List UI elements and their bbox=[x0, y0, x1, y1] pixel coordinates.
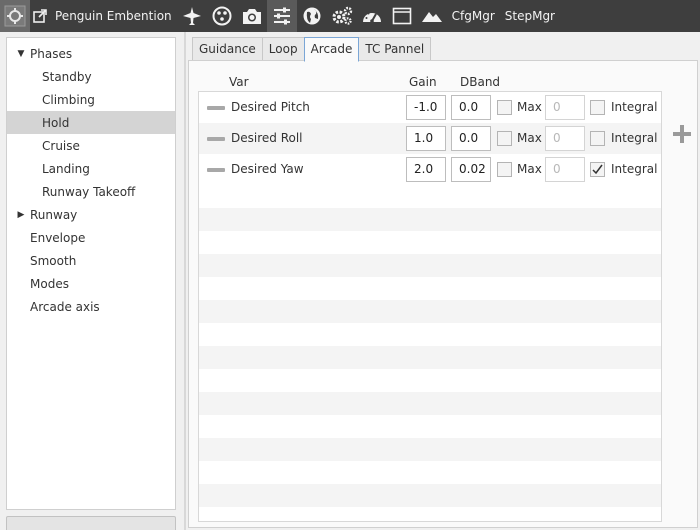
gain-input[interactable]: 1.0 bbox=[406, 126, 446, 151]
max-value-input[interactable]: 0 bbox=[545, 95, 585, 120]
add-button-label: Add bbox=[7, 517, 159, 530]
tree-item-cruise[interactable]: Cruise bbox=[7, 134, 175, 157]
tab-arcade[interactable]: Arcade bbox=[303, 37, 360, 62]
cfgmgr-menu[interactable]: CfgMgr bbox=[447, 9, 500, 23]
max-label: Max bbox=[517, 162, 542, 176]
drag-handle-icon[interactable] bbox=[207, 137, 225, 141]
tree-item-envelope[interactable]: Envelope bbox=[7, 226, 175, 249]
tree-item-phases[interactable]: ▼ Phases bbox=[7, 42, 175, 65]
drag-handle-icon[interactable] bbox=[207, 168, 225, 172]
tree-item-modes[interactable]: Modes bbox=[7, 272, 175, 295]
tab-bar: Guidance Loop Arcade TC Pannel bbox=[192, 37, 432, 62]
empty-row bbox=[199, 254, 661, 277]
tree-item-landing[interactable]: Landing bbox=[7, 157, 175, 180]
tree-item-smooth[interactable]: Smooth bbox=[7, 249, 175, 272]
expanded-arrow-icon[interactable]: ▼ bbox=[16, 49, 26, 59]
phases-tree: ▼ Phases Standby Climbing Hold Cruise La… bbox=[6, 37, 176, 510]
right-panel: Guidance Loop Arcade TC Pannel Var Gain … bbox=[186, 32, 700, 530]
main-toolbar: Penguin Embention CfgMgr StepMgr bbox=[0, 0, 700, 32]
tab-tc-pannel[interactable]: TC Pannel bbox=[358, 37, 432, 60]
table-row: Desired Yaw 2.0 0.02 Max 0 Integral bbox=[199, 154, 661, 185]
add-row-plus-icon[interactable] bbox=[671, 123, 693, 145]
integral-checkbox[interactable] bbox=[590, 131, 605, 146]
tree-item-runway[interactable]: ▶ Runway bbox=[7, 203, 175, 226]
table-row: Desired Pitch -1.0 0.0 Max 0 Integral bbox=[199, 92, 661, 123]
tab-guidance[interactable]: Guidance bbox=[192, 37, 263, 60]
tree-item-arcade-axis[interactable]: Arcade axis bbox=[7, 295, 175, 318]
table-row: Desired Roll 1.0 0.0 Max 0 Integral bbox=[199, 123, 661, 154]
stepmgr-menu[interactable]: StepMgr bbox=[500, 9, 560, 23]
empty-row bbox=[199, 208, 661, 231]
row-var-name: Desired Pitch bbox=[231, 100, 310, 114]
dashboard-gauge-icon[interactable] bbox=[357, 0, 387, 32]
app-title[interactable]: Penguin Embention bbox=[50, 9, 177, 23]
tree-item-standby[interactable]: Standby bbox=[7, 65, 175, 88]
globe-icon[interactable] bbox=[297, 0, 327, 32]
terrain-mountains-icon[interactable] bbox=[417, 0, 447, 32]
max-checkbox[interactable] bbox=[497, 131, 512, 146]
integral-label: Integral bbox=[611, 131, 658, 145]
header-var: Var bbox=[229, 75, 249, 89]
camera-icon[interactable] bbox=[237, 0, 267, 32]
empty-row bbox=[199, 484, 661, 507]
header-dband: DBand bbox=[460, 75, 501, 89]
settings-gear-icon[interactable] bbox=[0, 0, 30, 32]
empty-row bbox=[199, 392, 661, 415]
checkmark-icon bbox=[592, 164, 603, 175]
drone-icon[interactable] bbox=[207, 0, 237, 32]
integral-checkbox[interactable] bbox=[590, 100, 605, 115]
collapsed-arrow-icon[interactable]: ▶ bbox=[16, 210, 26, 220]
tree-item-hold[interactable]: Hold bbox=[7, 111, 175, 134]
row-var-name: Desired Roll bbox=[231, 131, 303, 145]
empty-row bbox=[199, 346, 661, 369]
airplane-icon[interactable] bbox=[177, 0, 207, 32]
header-gain: Gain bbox=[409, 75, 437, 89]
drag-handle-icon[interactable] bbox=[207, 106, 225, 110]
dband-input[interactable]: 0.0 bbox=[451, 95, 491, 120]
window-icon[interactable] bbox=[387, 0, 417, 32]
sliders-icon[interactable] bbox=[266, 0, 297, 32]
empty-row bbox=[199, 300, 661, 323]
dband-input[interactable]: 0.0 bbox=[451, 126, 491, 151]
gain-input[interactable]: 2.0 bbox=[406, 157, 446, 182]
left-panel: ▼ Phases Standby Climbing Hold Cruise La… bbox=[0, 32, 184, 530]
column-headers: Var Gain DBand bbox=[198, 75, 668, 91]
integral-label: Integral bbox=[611, 162, 658, 176]
max-value-input[interactable]: 0 bbox=[545, 126, 585, 151]
arcade-axis-table: Desired Pitch -1.0 0.0 Max 0 Integral De… bbox=[198, 91, 662, 522]
max-checkbox[interactable] bbox=[497, 100, 512, 115]
dband-input[interactable]: 0.02 bbox=[451, 157, 491, 182]
tree-item-climbing[interactable]: Climbing bbox=[7, 88, 175, 111]
arcade-tab-content: Var Gain DBand Desired Pitch -1.0 0.0 Ma… bbox=[188, 60, 698, 528]
gears-icon[interactable] bbox=[327, 0, 357, 32]
max-value-input[interactable]: 0 bbox=[545, 157, 585, 182]
integral-checkbox-checked[interactable] bbox=[590, 162, 605, 177]
row-var-name: Desired Yaw bbox=[231, 162, 304, 176]
empty-row bbox=[199, 438, 661, 461]
max-label: Max bbox=[517, 131, 542, 145]
integral-label: Integral bbox=[611, 100, 658, 114]
max-label: Max bbox=[517, 100, 542, 114]
add-button[interactable]: Add bbox=[6, 516, 176, 530]
max-checkbox[interactable] bbox=[497, 162, 512, 177]
external-link-icon[interactable] bbox=[30, 0, 50, 32]
tab-loop[interactable]: Loop bbox=[261, 37, 305, 60]
tree-item-runway-takeoff[interactable]: Runway Takeoff bbox=[7, 180, 175, 203]
gain-input[interactable]: -1.0 bbox=[406, 95, 446, 120]
